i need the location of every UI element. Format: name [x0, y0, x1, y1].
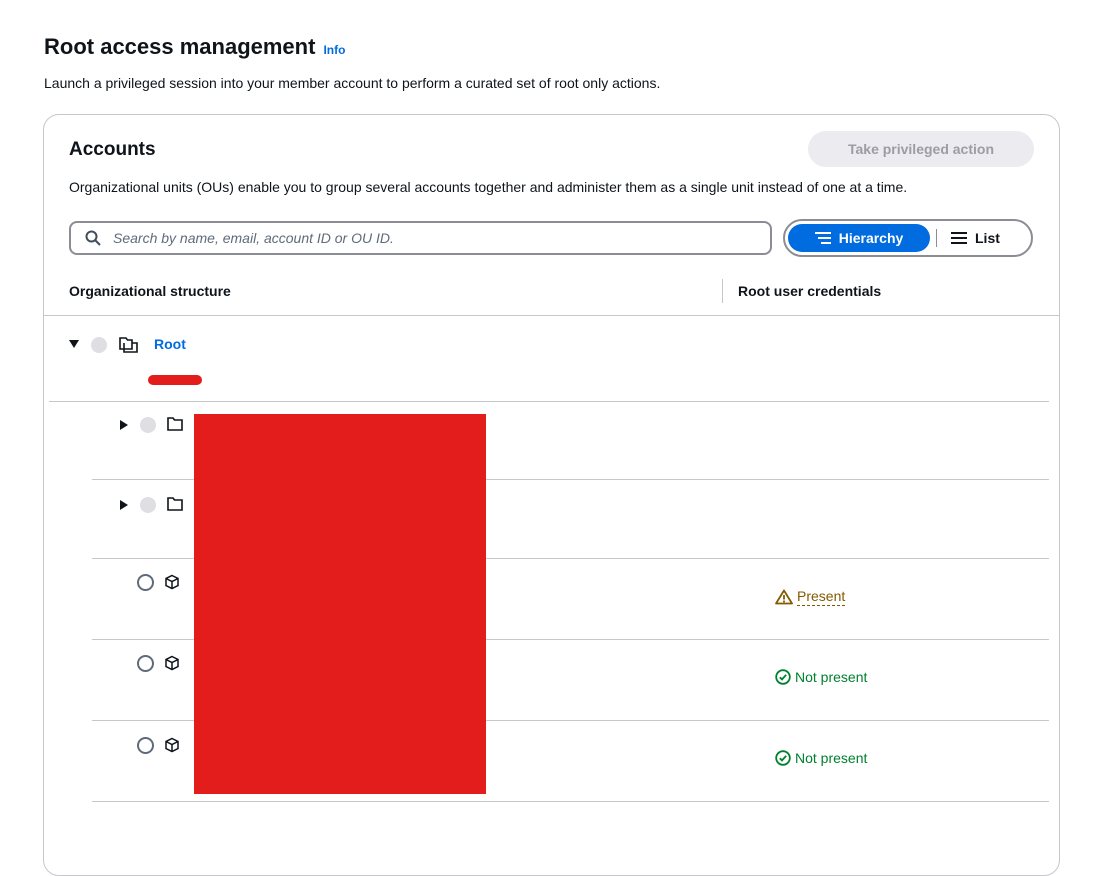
info-link[interactable]: Info [323, 43, 345, 57]
account-radio[interactable] [137, 574, 154, 591]
column-header-structure: Organizational structure [69, 283, 231, 299]
org-root-icon [119, 337, 138, 353]
hierarchy-label: Hierarchy [838, 230, 904, 246]
page-title: Root access management [44, 34, 316, 59]
accounts-panel: Accounts Take privileged action Organiza… [43, 114, 1060, 876]
ou-folder-icon [167, 497, 183, 511]
caret-down-icon[interactable] [69, 340, 79, 348]
page-description: Launch a privileged session into your me… [44, 75, 661, 91]
accounts-title: Accounts [69, 139, 156, 160]
hierarchy-icon [814, 232, 831, 244]
redaction-block [194, 414, 486, 794]
page-title-row: Root access management Info [44, 34, 345, 60]
column-separator[interactable] [722, 279, 723, 303]
caret-right-icon[interactable] [120, 500, 128, 510]
status-text: Present [797, 588, 846, 606]
list-label: List [975, 230, 1000, 246]
account-cube-icon [165, 655, 179, 671]
check-circle-icon [775, 669, 791, 685]
row-divider [49, 401, 1049, 402]
status-text: Not present [795, 750, 868, 766]
search-icon [85, 230, 101, 246]
column-header-credentials: Root user credentials [738, 283, 882, 299]
search-input[interactable] [111, 229, 735, 247]
account-cube-icon [165, 737, 179, 753]
redaction-scribble [148, 375, 202, 385]
status-present[interactable]: Present [775, 588, 846, 606]
search-box[interactable] [69, 221, 772, 255]
check-circle-icon [775, 750, 791, 766]
header-divider [44, 315, 1059, 316]
status-text: Not present [795, 669, 868, 685]
status-not-present: Not present [775, 669, 867, 685]
account-cube-icon [165, 574, 179, 590]
take-privileged-action-button[interactable]: Take privileged action [808, 131, 1034, 167]
warning-icon [775, 589, 793, 605]
selection-dot [140, 497, 156, 513]
hierarchy-toggle-button[interactable]: Hierarchy [788, 224, 930, 252]
row-divider [92, 801, 1049, 802]
ou-folder-icon [167, 417, 183, 431]
accounts-description: Organizational units (OUs) enable you to… [69, 179, 908, 195]
toggle-divider [936, 229, 937, 247]
list-toggle-button[interactable]: List [951, 230, 1000, 246]
root-link[interactable]: Root [154, 336, 186, 352]
view-toggle: Hierarchy List [783, 219, 1033, 257]
caret-right-icon[interactable] [120, 420, 128, 430]
selection-dot [91, 337, 107, 353]
account-radio[interactable] [137, 737, 154, 754]
status-not-present: Not present [775, 750, 867, 766]
list-icon [951, 232, 967, 244]
account-radio[interactable] [137, 655, 154, 672]
selection-dot [140, 417, 156, 433]
